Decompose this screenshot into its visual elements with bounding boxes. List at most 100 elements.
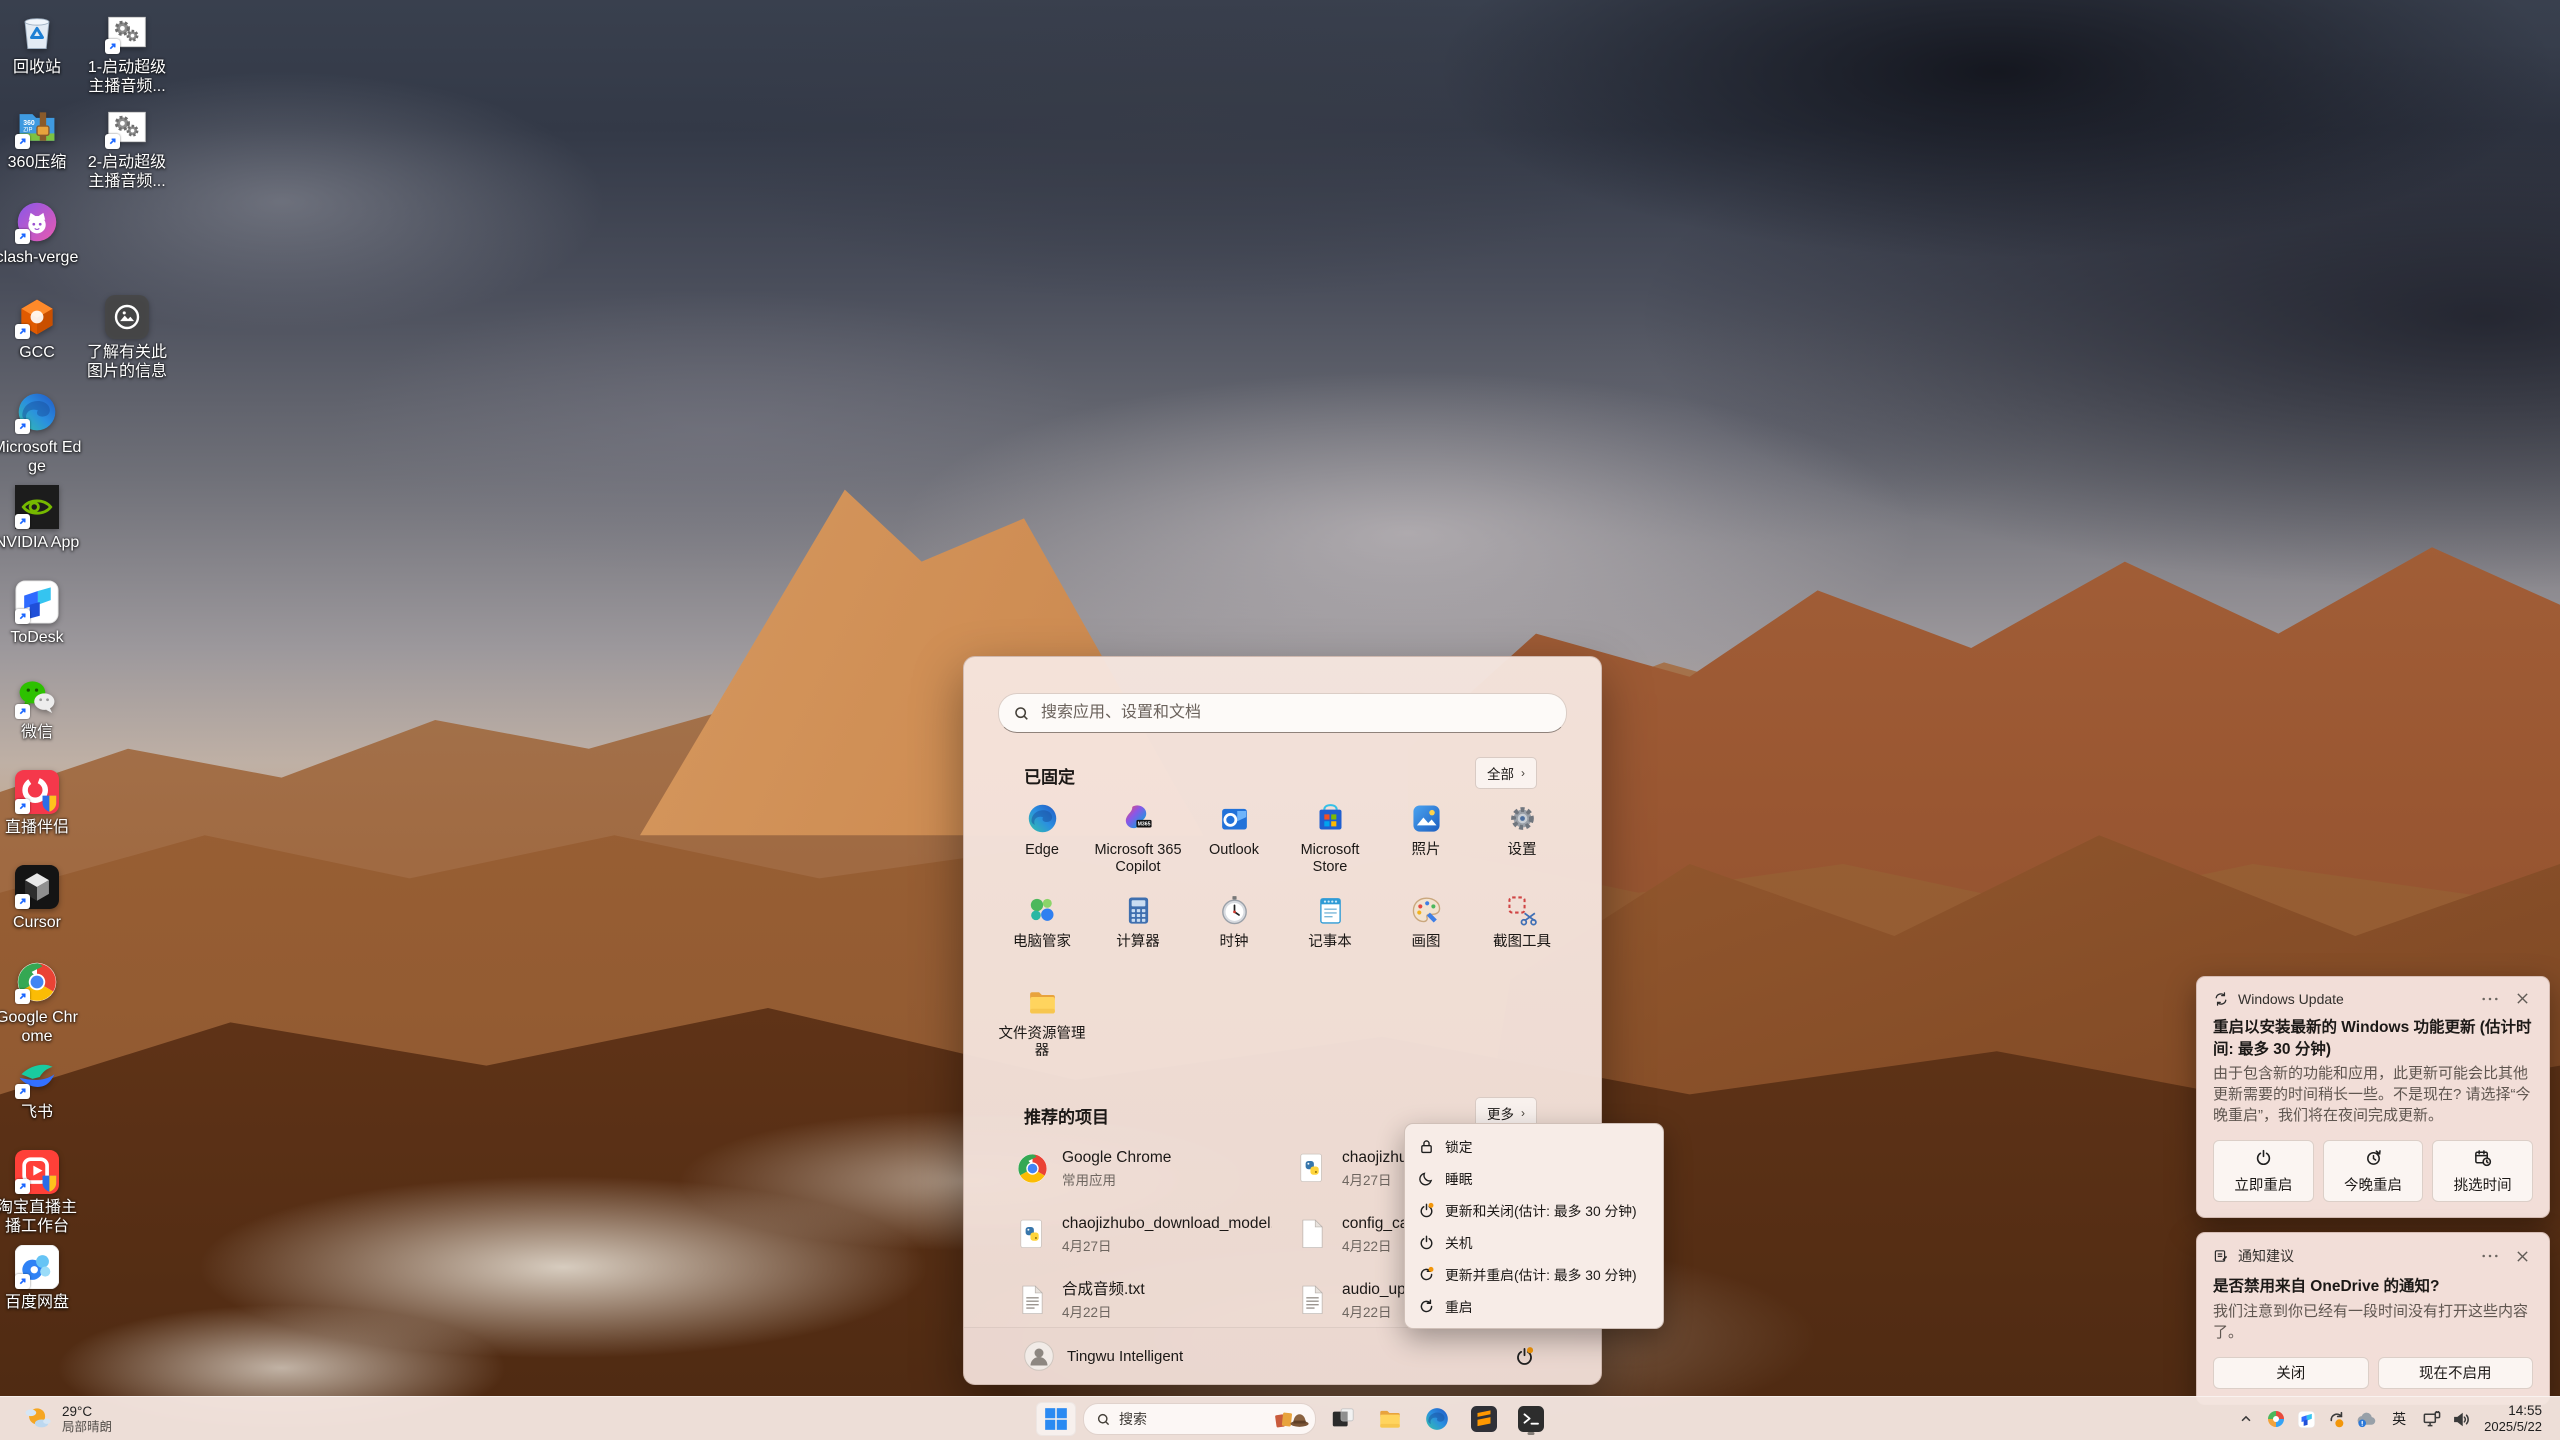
power-button[interactable] bbox=[1508, 1340, 1541, 1373]
gears-script-icon bbox=[105, 105, 149, 149]
pinned-app-store[interactable]: Microsoft Store bbox=[1282, 797, 1378, 889]
pinned-app-settings[interactable]: 设置 bbox=[1474, 797, 1570, 889]
desktop-icon-todesk[interactable]: ToDesk bbox=[0, 580, 82, 647]
more-options-icon[interactable] bbox=[2477, 1251, 2503, 1261]
desktop-icon-360zip[interactable]: 360ZIP 360压缩 bbox=[0, 105, 82, 172]
search-highlight-icon bbox=[1272, 1407, 1310, 1432]
pinned-app-edge[interactable]: Edge bbox=[994, 797, 1090, 889]
turn-off-button[interactable]: 关闭 bbox=[2213, 1357, 2369, 1389]
shortcut-arrow-icon bbox=[105, 134, 120, 149]
sublime-text-icon bbox=[1471, 1406, 1497, 1432]
taskbar-search-label: 搜索 bbox=[1119, 1409, 1264, 1429]
desktop-icon-recycle-bin[interactable]: 回收站 bbox=[0, 10, 82, 77]
search-icon bbox=[1096, 1412, 1111, 1427]
desktop-icon-edge[interactable]: Microsoft Edge bbox=[0, 390, 82, 476]
desktop-icon-cursor[interactable]: Cursor bbox=[0, 865, 82, 932]
shortcut-arrow-icon bbox=[15, 229, 30, 244]
taskbar-weather-widget[interactable]: 29°C局部晴朗 bbox=[14, 1397, 120, 1440]
pinned-app-copilot[interactable]: M365Microsoft 365 Copilot bbox=[1090, 797, 1186, 889]
desktop-icon-clash-verge[interactable]: clash-verge bbox=[0, 200, 82, 267]
shortcut-arrow-icon bbox=[15, 1274, 30, 1289]
taskbar-app-sublime[interactable] bbox=[1464, 1402, 1504, 1436]
power-menu-sleep[interactable]: 睡眠 bbox=[1405, 1162, 1663, 1194]
more-options-icon[interactable] bbox=[2477, 994, 2503, 1004]
tray-volume-icon[interactable] bbox=[2448, 1403, 2474, 1435]
taskbar-app-edge[interactable] bbox=[1417, 1402, 1457, 1436]
not-now-button[interactable]: 现在不启用 bbox=[2378, 1357, 2534, 1389]
tray-app-todesk-icon[interactable] bbox=[2293, 1403, 2319, 1435]
search-input[interactable] bbox=[1039, 703, 1552, 723]
recommended-item-chrome[interactable]: Google Chrome常用应用 bbox=[1006, 1135, 1286, 1201]
recommended-item-python-file[interactable]: chaojizhubo_download_model.py4月27日 bbox=[1006, 1201, 1286, 1267]
power-menu-update-restart[interactable]: 更新并重启(估计: 最多 30 分钟) bbox=[1405, 1258, 1663, 1290]
pinned-app-paint[interactable]: 画图 bbox=[1378, 889, 1474, 981]
pinned-app-outlook[interactable]: Outlook bbox=[1186, 797, 1282, 889]
taskbar-search-box[interactable]: 搜索 bbox=[1083, 1403, 1316, 1435]
taskbar-app-file-explorer[interactable] bbox=[1370, 1402, 1410, 1436]
power-menu-restart[interactable]: 重启 bbox=[1405, 1290, 1663, 1322]
pinned-all-button[interactable]: 全部› bbox=[1475, 757, 1537, 789]
power-flyout-menu: 锁定 睡眠 更新和关闭(估计: 最多 30 分钟) 关机 更新并重启(估计: 最… bbox=[1404, 1123, 1664, 1329]
notification-suggestion-toast: 通知建议 是否禁用来自 OneDrive 的通知? 我们注意到你已经有一段时间没… bbox=[2196, 1232, 2550, 1405]
desktop-icon-launch-audio-2[interactable]: 2-启动超级主播音频... bbox=[82, 105, 172, 191]
power-menu-update-shutdown[interactable]: 更新和关闭(估计: 最多 30 分钟) bbox=[1405, 1194, 1663, 1226]
feishu-icon bbox=[15, 1055, 59, 1099]
shortcut-arrow-icon bbox=[15, 799, 30, 814]
user-avatar[interactable] bbox=[1024, 1341, 1054, 1371]
pick-time-button[interactable]: 挑选时间 bbox=[2432, 1140, 2533, 1202]
desktop-icon-live-companion[interactable]: 直播伴侣 bbox=[0, 770, 82, 837]
recommended-section-title: 推荐的项目 bbox=[1024, 1103, 1109, 1128]
gears-script-icon bbox=[105, 10, 149, 54]
svg-text:360: 360 bbox=[23, 120, 35, 127]
pinned-app-file-explorer[interactable]: 文件资源管理器 bbox=[994, 981, 1090, 1073]
toast-title: 是否禁用来自 OneDrive 的通知? bbox=[2197, 1276, 2549, 1298]
pinned-app-pc-manager[interactable]: 电脑管家 bbox=[994, 889, 1090, 981]
desktop-icon-feishu[interactable]: 飞书 bbox=[0, 1055, 82, 1122]
restart-tonight-button[interactable]: 今晚重启 bbox=[2323, 1140, 2424, 1202]
start-button[interactable] bbox=[1036, 1402, 1076, 1436]
chevron-right-icon: › bbox=[1521, 766, 1525, 780]
tray-update-pending-icon[interactable] bbox=[2323, 1403, 2349, 1435]
shortcut-arrow-icon bbox=[105, 39, 120, 54]
recommended-item-text-file[interactable]: 合成音频.txt4月22日 bbox=[1006, 1267, 1286, 1333]
taobao-live-icon bbox=[15, 1150, 59, 1194]
start-user-bar: Tingwu Intelligent bbox=[964, 1327, 1601, 1384]
power-menu-lock[interactable]: 锁定 bbox=[1405, 1130, 1663, 1162]
shortcut-arrow-icon bbox=[15, 894, 30, 909]
close-icon[interactable] bbox=[2512, 990, 2533, 1007]
live-companion-icon bbox=[15, 770, 59, 814]
tray-onedrive-cloud-icon[interactable] bbox=[2353, 1403, 2380, 1435]
pinned-app-calculator[interactable]: 计算器 bbox=[1090, 889, 1186, 981]
pinned-app-notepad[interactable]: 记事本 bbox=[1282, 889, 1378, 981]
desktop-icon-wechat[interactable]: 微信 bbox=[0, 675, 82, 742]
clock-time: 14:55 bbox=[2508, 1403, 2542, 1419]
tray-app-pinwheel-icon[interactable] bbox=[2263, 1403, 2289, 1435]
toast-body: 我们注意到你已经有一段时间没有打开这些内容了。 bbox=[2197, 1301, 2549, 1343]
start-search-box[interactable] bbox=[998, 693, 1567, 733]
desktop-icon-taobao-live[interactable]: 淘宝直播主播工作台 bbox=[0, 1150, 82, 1236]
weather-temp: 29°C bbox=[62, 1404, 112, 1420]
desktop-icon-nvidia[interactable]: NVIDIA App bbox=[0, 485, 82, 552]
power-menu-shutdown[interactable]: 关机 bbox=[1405, 1226, 1663, 1258]
desktop-icon-baidu-netdisk[interactable]: 百度网盘 bbox=[0, 1245, 82, 1312]
pinned-app-clock[interactable]: 时钟 bbox=[1186, 889, 1282, 981]
desktop-icon-launch-audio-1[interactable]: 1-启动超级主播音频... bbox=[82, 10, 172, 96]
desktop-icon-chrome[interactable]: Google Chrome bbox=[0, 960, 82, 1046]
taskbar-app-terminal[interactable] bbox=[1511, 1402, 1551, 1436]
tray-network-icon[interactable] bbox=[2418, 1403, 2444, 1435]
desktop-icon-spotlight-info[interactable]: 了解有关此图片的信息 bbox=[82, 295, 172, 381]
pinned-app-snipping-tool[interactable]: 截图工具 bbox=[1474, 889, 1570, 981]
pinned-app-photos[interactable]: 照片 bbox=[1378, 797, 1474, 889]
restart-now-button[interactable]: 立即重启 bbox=[2213, 1140, 2314, 1202]
windows-update-sync-icon bbox=[2213, 991, 2229, 1007]
tray-show-hidden-icons[interactable] bbox=[2233, 1403, 2259, 1435]
shortcut-arrow-icon bbox=[15, 1084, 30, 1099]
user-name[interactable]: Tingwu Intelligent bbox=[1067, 1348, 1183, 1365]
weather-icon bbox=[22, 1403, 54, 1435]
desktop-icon-gcc[interactable]: GCC bbox=[0, 295, 82, 362]
taskbar-clock[interactable]: 14:55 2025/5/22 bbox=[2478, 1403, 2548, 1435]
close-icon[interactable] bbox=[2512, 1248, 2533, 1265]
tray-ime-indicator[interactable]: 英 bbox=[2384, 1403, 2414, 1435]
taskbar-app-widgets[interactable] bbox=[1323, 1402, 1363, 1436]
edge-icon bbox=[15, 390, 59, 434]
